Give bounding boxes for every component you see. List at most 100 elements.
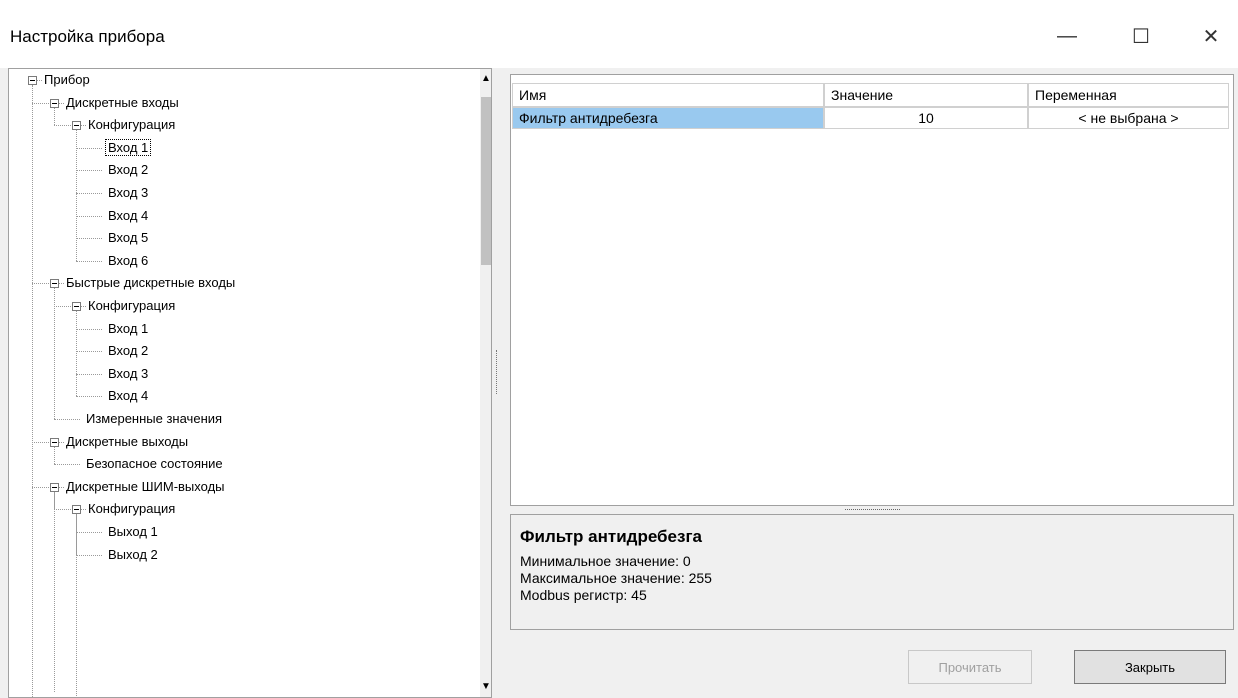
tree-item[interactable]: Вход 1 (104, 137, 152, 159)
tree-item-label: Выход 1 (108, 524, 158, 539)
tree-connector-line (32, 85, 33, 697)
tree-item-label: Вход 5 (108, 230, 149, 246)
tree-item[interactable]: Вход 3 (106, 363, 150, 385)
tree-connector-line (76, 260, 102, 262)
tree-connector-line (76, 351, 102, 353)
cell-variable[interactable]: < не выбрана > (1028, 107, 1229, 129)
tree-item[interactable]: Безопасное состояние (84, 453, 225, 475)
tree-scrollbar[interactable]: ▲ ▼ (480, 69, 491, 697)
tree-item-label: Прибор (44, 72, 90, 87)
scrollbar-thumb[interactable] (481, 97, 491, 265)
tree-connector-line (76, 238, 102, 240)
tree-connector-line (76, 130, 77, 261)
tree-item[interactable]: Дискретные ШИМ-выходы (64, 476, 227, 498)
tree-item-label: Дискретные ШИМ-выходы (66, 478, 225, 494)
maximize-button[interactable]: ☐ (1118, 16, 1164, 56)
tree-item[interactable]: Прибор (42, 69, 92, 91)
tree-item-label: Выход 2 (108, 546, 158, 562)
tree-connector-line (54, 509, 71, 511)
tree-item[interactable]: Вход 6 (106, 250, 150, 272)
parameters-grid: Имя Значение Переменная Фильтр антидребе… (510, 74, 1234, 506)
tree-item-label: Измеренные значения (86, 411, 223, 426)
description-line-min: Минимальное значение: 0 (520, 553, 691, 569)
tree-item[interactable]: Вход 2 (106, 159, 150, 181)
collapse-icon[interactable] (50, 279, 59, 289)
tree-connector-line (76, 170, 102, 172)
tree-item-label: Вход 3 (108, 365, 149, 381)
tree-connector-line (32, 283, 49, 285)
tree-connector-line (76, 396, 102, 398)
tree-item[interactable]: Вход 1 (106, 318, 150, 340)
tree-item[interactable]: Быстрые дискретные входы (64, 272, 237, 294)
tree-connector-line (54, 125, 71, 127)
tree-item-label: Быстрые дискретные входы (66, 275, 236, 291)
description-title: Фильтр антидребезга (520, 527, 702, 546)
scroll-up-icon[interactable]: ▲ (480, 71, 491, 87)
tree-item[interactable]: Измеренные значения (84, 408, 224, 430)
scroll-down-icon[interactable]: ▼ (480, 679, 491, 695)
tree-item[interactable]: Дискретные входы (64, 92, 181, 114)
tree-connector-line (32, 441, 49, 443)
tree-item[interactable]: Вход 2 (106, 340, 150, 362)
column-header-value[interactable]: Значение (824, 83, 1028, 107)
tree-item-label: Конфигурация (88, 298, 176, 313)
close-window-button[interactable]: ✕ (1188, 16, 1234, 56)
tree-item-label: Вход 2 (108, 162, 149, 178)
tree-connector-line (76, 328, 102, 330)
collapse-icon[interactable] (50, 437, 59, 447)
tree-item-label: Вход 4 (108, 207, 149, 223)
collapse-icon[interactable] (72, 302, 81, 311)
column-header-variable[interactable]: Переменная (1028, 83, 1229, 107)
cell-name[interactable]: Фильтр антидребезга (512, 107, 824, 129)
tree-connector-line (76, 193, 102, 194)
tree-item[interactable]: Конфигурация (86, 498, 177, 520)
tree-item-label: Вход 6 (108, 252, 149, 268)
title-bar: Настройка прибора — ☐ ✕ (0, 0, 1238, 68)
tree-connector-line (32, 102, 49, 104)
tree-connector-line (76, 147, 102, 149)
tree-item[interactable]: Выход 2 (106, 544, 160, 566)
tree-item[interactable]: Вход 3 (106, 182, 150, 204)
tree-item-label: Вход 2 (108, 343, 149, 359)
column-header-name[interactable]: Имя (512, 83, 824, 107)
tree-item[interactable]: Выход 1 (106, 521, 160, 543)
collapse-icon[interactable] (50, 482, 59, 492)
tree-connector-line (32, 486, 49, 488)
tree-item[interactable]: Конфигурация (86, 295, 177, 317)
collapse-icon[interactable] (50, 98, 59, 108)
tree-item[interactable]: Вход 5 (106, 227, 150, 249)
tree-connector-line (76, 311, 77, 397)
vertical-splitter[interactable] (496, 350, 499, 394)
tree-connector-line (54, 446, 55, 465)
collapse-icon[interactable] (72, 121, 81, 131)
tree-connector-line (54, 107, 55, 126)
description-line-max: Максимальное значение: 255 (520, 570, 712, 586)
minimize-icon: — (1057, 24, 1077, 47)
tree-item[interactable]: Конфигурация (86, 114, 177, 136)
maximize-icon: ☐ (1132, 25, 1150, 48)
tree-item-label: Конфигурация (88, 117, 176, 133)
horizontal-splitter[interactable] (845, 509, 900, 510)
close-button[interactable]: Закрыть (1074, 650, 1226, 684)
tree-connector-line (54, 306, 71, 307)
tree-item-label: Конфигурация (88, 501, 176, 517)
tree-item-label: Вход 3 (108, 185, 149, 200)
collapse-icon[interactable] (72, 505, 81, 515)
tree-item-label: Вход 4 (108, 388, 149, 404)
tree-connector-line (76, 532, 102, 533)
read-button[interactable]: Прочитать (908, 650, 1032, 684)
tree-item[interactable]: Вход 4 (106, 205, 150, 227)
device-tree[interactable]: Прибор Дискретные входы Конфигурация Вход 1… (8, 68, 492, 698)
description-line-modbus: Modbus регистр: 45 (520, 587, 647, 603)
tree-item[interactable]: Вход 4 (106, 385, 150, 407)
minimize-button[interactable]: — (1044, 16, 1090, 56)
tree-connector-line (54, 419, 80, 420)
cell-value[interactable]: 10 (824, 107, 1028, 129)
tree-item-label: Безопасное состояние (86, 456, 223, 472)
tree-item[interactable]: Дискретные выходы (64, 431, 190, 453)
tree-connector-line (54, 288, 55, 419)
close-icon: ✕ (1202, 25, 1220, 48)
collapse-icon[interactable] (28, 76, 37, 85)
tree-item-label: Дискретные входы (66, 94, 179, 110)
tree-connector-line (76, 373, 102, 375)
